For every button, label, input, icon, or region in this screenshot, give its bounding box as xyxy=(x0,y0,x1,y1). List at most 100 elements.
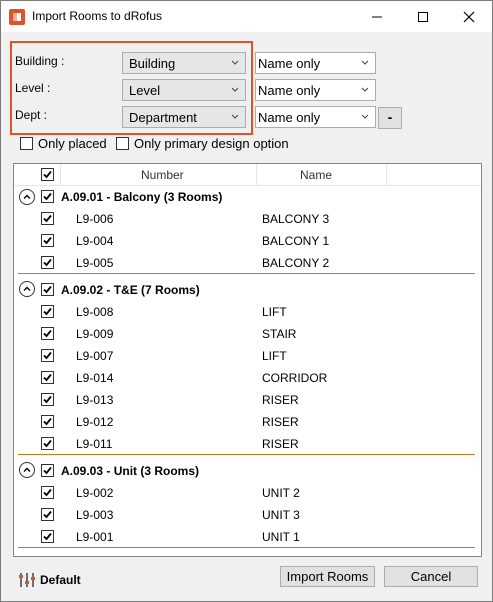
chevron-up-icon xyxy=(23,194,31,199)
row-checkbox[interactable] xyxy=(41,393,54,406)
room-name: UNIT 3 xyxy=(262,508,300,522)
checkmark-icon xyxy=(43,532,52,541)
row-checkbox[interactable] xyxy=(41,508,54,521)
import-rooms-button[interactable]: Import Rooms xyxy=(280,566,375,587)
chevron-down-icon xyxy=(361,114,369,119)
room-name: UNIT 2 xyxy=(262,486,300,500)
building-mode-value: Name only xyxy=(258,56,321,71)
row-checkbox[interactable] xyxy=(41,256,54,269)
minimize-button[interactable] xyxy=(354,1,400,32)
group-collapse-button[interactable] xyxy=(19,189,35,205)
row-checkbox[interactable] xyxy=(41,415,54,428)
room-name: BALCONY 1 xyxy=(262,234,330,248)
room-number: L9-009 xyxy=(76,327,114,341)
room-number: L9-007 xyxy=(76,349,114,363)
checkmark-icon xyxy=(43,236,52,245)
window-title: Import Rooms to dRofus xyxy=(32,9,163,23)
level-mode-dropdown[interactable]: Name only xyxy=(255,79,376,101)
room-number: L9-011 xyxy=(76,437,113,451)
select-all-checkbox[interactable] xyxy=(41,168,54,181)
chevron-down-icon xyxy=(361,87,369,92)
room-number: L9-004 xyxy=(76,234,114,248)
room-name: BALCONY 2 xyxy=(262,256,330,270)
filter-highlight-box xyxy=(10,41,253,135)
row-checkbox[interactable] xyxy=(41,327,54,340)
group-collapse-button[interactable] xyxy=(19,462,35,478)
department-mode-value: Name only xyxy=(258,110,321,125)
list-header: Number Name xyxy=(14,164,481,186)
checkmark-icon xyxy=(43,285,52,294)
checkmark-icon xyxy=(43,510,52,519)
level-mode-value: Name only xyxy=(258,83,321,98)
checkmark-icon xyxy=(43,192,52,201)
room-list[interactable]: Number Name A.09.01 - Balcony (3 Rooms) … xyxy=(13,163,482,557)
department-mode-dropdown[interactable]: Name only xyxy=(255,106,376,128)
row-checkbox[interactable] xyxy=(41,234,54,247)
group-separator xyxy=(18,454,475,455)
row-checkbox[interactable] xyxy=(41,486,54,499)
row-checkbox[interactable] xyxy=(41,530,54,543)
remove-filter-button[interactable]: - xyxy=(378,107,402,129)
profile-label[interactable]: Default xyxy=(40,573,81,587)
room-number: L9-012 xyxy=(76,415,114,429)
title-bar[interactable]: Import Rooms to dRofus xyxy=(1,1,492,32)
chevron-up-icon xyxy=(23,467,31,472)
row-checkbox[interactable] xyxy=(41,349,54,362)
group-separator xyxy=(18,547,475,548)
room-number: L9-008 xyxy=(76,305,114,319)
group-checkbox[interactable] xyxy=(41,464,54,477)
group-title: A.09.02 - T&E (7 Rooms) xyxy=(61,283,200,297)
checkmark-icon xyxy=(43,373,52,382)
room-name: RISER xyxy=(262,437,299,451)
group-collapse-button[interactable] xyxy=(19,281,35,297)
room-number: L9-002 xyxy=(76,486,114,500)
checkmark-icon xyxy=(43,395,52,404)
room-number: L9-005 xyxy=(76,256,114,270)
checkmark-icon xyxy=(43,258,52,267)
column-number-header[interactable]: Number xyxy=(141,168,184,182)
close-button[interactable] xyxy=(446,1,492,32)
group-checkbox[interactable] xyxy=(41,190,54,203)
room-name: STAIR xyxy=(262,327,297,341)
maximize-icon xyxy=(418,11,428,22)
only-primary-checkbox[interactable] xyxy=(116,137,129,150)
room-number: L9-006 xyxy=(76,212,114,226)
group-title: A.09.01 - Balcony (3 Rooms) xyxy=(61,190,223,204)
row-checkbox[interactable] xyxy=(41,305,54,318)
room-name: RISER xyxy=(262,415,299,429)
cancel-button[interactable]: Cancel xyxy=(384,566,478,587)
building-mode-dropdown[interactable]: Name only xyxy=(255,52,376,74)
room-number: L9-013 xyxy=(76,393,114,407)
room-number: L9-014 xyxy=(76,371,114,385)
row-checkbox[interactable] xyxy=(41,437,54,450)
checkmark-icon xyxy=(43,307,52,316)
close-icon xyxy=(463,11,475,22)
checkmark-icon xyxy=(43,351,52,360)
room-name: LIFT xyxy=(262,305,287,319)
room-number: L9-001 xyxy=(76,530,114,544)
room-name: UNIT 1 xyxy=(262,530,300,544)
minimize-icon xyxy=(372,16,382,17)
group-separator xyxy=(18,273,475,274)
column-name-header[interactable]: Name xyxy=(300,168,332,182)
group-title: A.09.03 - Unit (3 Rooms) xyxy=(61,464,200,478)
room-name: RISER xyxy=(262,393,299,407)
row-checkbox[interactable] xyxy=(41,371,54,384)
room-name: CORRIDOR xyxy=(262,371,328,385)
room-number: L9-003 xyxy=(76,508,114,522)
room-name: LIFT xyxy=(262,349,287,363)
maximize-button[interactable] xyxy=(400,1,446,32)
only-placed-checkbox[interactable] xyxy=(20,137,33,150)
import-rooms-dialog: Import Rooms to dRofus Building : Buildi… xyxy=(0,0,493,602)
chevron-down-icon xyxy=(361,60,369,65)
group-checkbox[interactable] xyxy=(41,283,54,296)
checkmark-icon xyxy=(43,439,52,448)
checkmark-icon xyxy=(43,488,52,497)
row-checkbox[interactable] xyxy=(41,212,54,225)
checkmark-icon xyxy=(43,214,52,223)
checkmark-icon xyxy=(43,170,52,179)
profile-settings-icon[interactable] xyxy=(17,570,37,590)
chevron-up-icon xyxy=(23,286,31,291)
only-placed-label: Only placed xyxy=(38,136,107,151)
only-primary-label: Only primary design option xyxy=(134,136,289,151)
